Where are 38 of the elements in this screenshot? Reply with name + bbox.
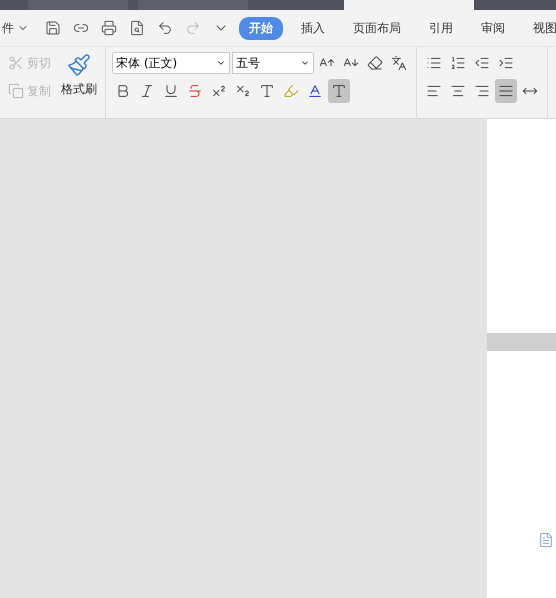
shading-button[interactable] [328,79,350,103]
align-justify-button[interactable] [495,79,517,103]
shading-icon [331,83,347,99]
align-left-icon [426,83,442,99]
scissors-icon [8,55,24,71]
ribbon-tab[interactable]: 审阅 [471,16,515,40]
align-justify-icon [498,83,514,99]
paintbrush-icon [67,53,91,77]
numbering-icon [450,55,466,71]
superscript-icon [211,83,227,99]
ribbon-tab[interactable]: 插入 [291,16,335,40]
print-icon [101,20,117,36]
outdent-icon [474,55,490,71]
format-painter-button[interactable]: 格式刷 [59,51,99,114]
ribbon-tab[interactable]: 页面布局 [343,16,411,40]
font-size-select[interactable]: 五号 [232,52,314,74]
effect-icon [259,83,275,99]
underline-icon [163,83,179,99]
indent-icon [498,55,514,71]
align-center-icon [450,83,466,99]
subscript-icon [235,83,251,99]
copy-icon [8,83,24,99]
align-right-icon [474,83,490,99]
ribbon-tab[interactable]: 引用 [419,16,463,40]
color-icon [307,83,323,99]
preview-icon [129,20,145,36]
ribbon-tab[interactable]: 视图 [523,16,556,40]
save-icon [45,20,61,36]
strike-icon [187,83,203,99]
clear-icon [367,55,383,71]
file-menu[interactable]: 件 [0,16,31,40]
undo-icon [157,20,173,36]
redo-icon [185,20,201,36]
font-name-select[interactable]: 宋体 (正文) [112,52,230,74]
italic-icon [139,83,155,99]
document-icon [538,532,554,548]
highlight-icon [283,83,299,99]
phonetic-icon [391,55,407,71]
